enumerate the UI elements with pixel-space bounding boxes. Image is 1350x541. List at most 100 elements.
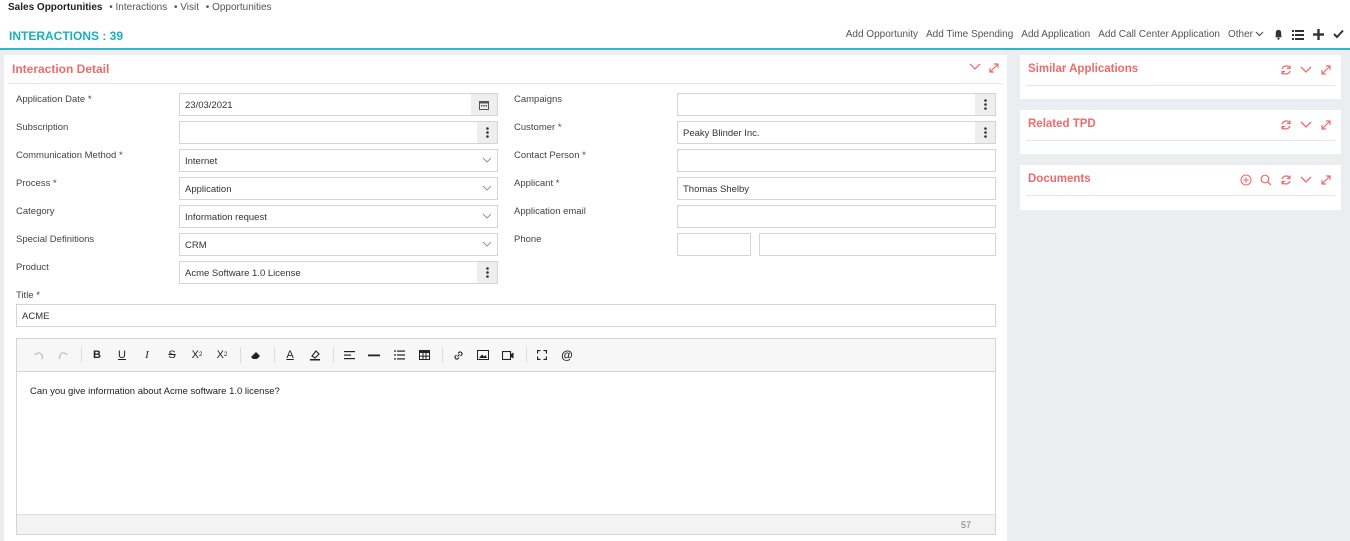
similar-applications-controls: [1279, 63, 1333, 77]
special-definitions-value: CRM: [185, 240, 207, 251]
video-icon[interactable]: [497, 345, 519, 365]
search-icon[interactable]: [1259, 173, 1273, 187]
expand-icon[interactable]: [1319, 173, 1333, 187]
chevron-down-icon: [482, 241, 492, 247]
toolbar-divider: [333, 347, 334, 363]
collapse-chevron-icon[interactable]: [969, 63, 981, 71]
application-email-field[interactable]: [677, 205, 996, 228]
other-menu-label: Other: [1227, 28, 1253, 40]
communication-method-select[interactable]: Internet: [179, 149, 498, 172]
panel-divider: [8, 83, 1003, 84]
applicant-field[interactable]: Thomas Shelby: [677, 177, 996, 200]
process-label: Process *: [16, 178, 57, 189]
subscription-field[interactable]: [179, 121, 498, 144]
title-value: ACME: [22, 311, 50, 322]
similar-applications-title: Similar Applications: [1028, 63, 1139, 75]
special-definitions-select[interactable]: CRM: [179, 233, 498, 256]
mention-icon[interactable]: @: [556, 345, 578, 365]
toolbar-divider: [442, 347, 443, 363]
breadcrumb-root[interactable]: Sales Opportunities: [8, 2, 102, 13]
expand-icon[interactable]: [1319, 118, 1333, 132]
category-label: Category: [16, 206, 55, 217]
bold-icon[interactable]: B: [86, 345, 108, 365]
panel-controls: [969, 63, 999, 73]
refresh-icon[interactable]: [1279, 118, 1293, 132]
process-select[interactable]: Application: [179, 177, 498, 200]
editor-status-bar: 57: [17, 514, 995, 534]
horizontal-line-icon[interactable]: [363, 345, 385, 365]
refresh-icon[interactable]: [1279, 173, 1293, 187]
image-icon[interactable]: [472, 345, 494, 365]
align-icon[interactable]: [338, 345, 360, 365]
customer-field[interactable]: Peaky Blinder Inc.: [677, 121, 996, 144]
interaction-detail-panel: Interaction Detail Application Date * Su…: [4, 55, 1007, 541]
more-options-icon[interactable]: [975, 94, 995, 115]
application-date-field[interactable]: 23/03/2021: [179, 93, 498, 116]
special-definitions-label: Special Definitions: [16, 234, 95, 245]
calendar-icon[interactable]: [471, 94, 497, 115]
list-icon[interactable]: [1292, 28, 1304, 40]
font-color-icon[interactable]: A: [279, 345, 301, 365]
breadcrumb-visit[interactable]: • Visit: [174, 2, 199, 13]
refresh-icon[interactable]: [1279, 63, 1293, 77]
collapse-chevron-icon[interactable]: [1299, 118, 1313, 132]
chevron-down-icon: [482, 157, 492, 163]
other-menu-button[interactable]: Other: [1228, 29, 1264, 40]
phone-number-field[interactable]: [759, 233, 996, 256]
expand-icon[interactable]: [1319, 63, 1333, 77]
campaigns-label: Campaigns: [514, 94, 563, 105]
communication-method-value: Internet: [185, 156, 218, 167]
redo-icon[interactable]: [52, 345, 74, 365]
breadcrumb-interactions[interactable]: • Interactions: [109, 2, 167, 13]
more-options-icon[interactable]: [975, 122, 995, 143]
highlight-icon[interactable]: [304, 345, 326, 365]
add-call-center-application-button[interactable]: Add Call Center Application: [1098, 29, 1220, 40]
rich-text-editor: B U I S X2 X2 A @ Can you give informati…: [16, 338, 996, 535]
panel-divider: [1026, 195, 1335, 196]
eraser-icon[interactable]: [245, 345, 267, 365]
campaigns-field[interactable]: [677, 93, 996, 116]
category-select[interactable]: Information request: [179, 205, 498, 228]
title-label: Title *: [16, 290, 40, 301]
product-field[interactable]: Acme Software 1.0 License: [179, 261, 498, 284]
underline-icon[interactable]: U: [111, 345, 133, 365]
phone-code-field[interactable]: [677, 233, 751, 256]
toolbar-divider: [274, 347, 275, 363]
documents-panel: Documents: [1020, 165, 1341, 210]
product-label: Product: [16, 262, 49, 273]
italic-icon[interactable]: I: [136, 345, 158, 365]
contact-person-field[interactable]: [677, 149, 996, 172]
more-options-icon[interactable]: [477, 122, 497, 143]
title-field[interactable]: ACME: [16, 304, 996, 327]
table-icon[interactable]: [413, 345, 435, 365]
similar-applications-panel: Similar Applications: [1020, 55, 1341, 99]
category-value: Information request: [185, 212, 267, 223]
editor-toolbar: B U I S X2 X2 A @: [17, 339, 995, 372]
bell-icon[interactable]: [1272, 28, 1284, 40]
customer-value: Peaky Blinder Inc.: [683, 128, 760, 139]
ordered-list-icon[interactable]: [388, 345, 410, 365]
process-value: Application: [185, 184, 232, 195]
related-tpd-controls: [1279, 118, 1333, 132]
collapse-chevron-icon[interactable]: [1299, 63, 1313, 77]
toolbar-divider: [526, 347, 527, 363]
checkmark-icon[interactable]: [1332, 28, 1344, 40]
applicant-value: Thomas Shelby: [683, 184, 750, 195]
add-application-button[interactable]: Add Application: [1021, 29, 1090, 40]
add-circle-icon[interactable]: [1239, 173, 1253, 187]
expand-icon[interactable]: [989, 63, 999, 73]
header-actions: Add Opportunity Add Time Spending Add Ap…: [846, 28, 1344, 40]
link-icon[interactable]: [447, 345, 469, 365]
fullscreen-icon[interactable]: [531, 345, 553, 365]
breadcrumb-opportunities[interactable]: • Opportunities: [206, 2, 272, 13]
collapse-chevron-icon[interactable]: [1299, 173, 1313, 187]
undo-icon[interactable]: [27, 345, 49, 365]
strikethrough-icon[interactable]: S: [161, 345, 183, 365]
plus-icon[interactable]: [1312, 28, 1324, 40]
add-opportunity-button[interactable]: Add Opportunity: [846, 29, 918, 40]
add-time-spending-button[interactable]: Add Time Spending: [926, 29, 1013, 40]
superscript-icon[interactable]: X2: [211, 345, 233, 365]
editor-content[interactable]: Can you give information about Acme soft…: [17, 372, 995, 411]
more-options-icon[interactable]: [477, 262, 497, 283]
subscript-icon[interactable]: X2: [186, 345, 208, 365]
